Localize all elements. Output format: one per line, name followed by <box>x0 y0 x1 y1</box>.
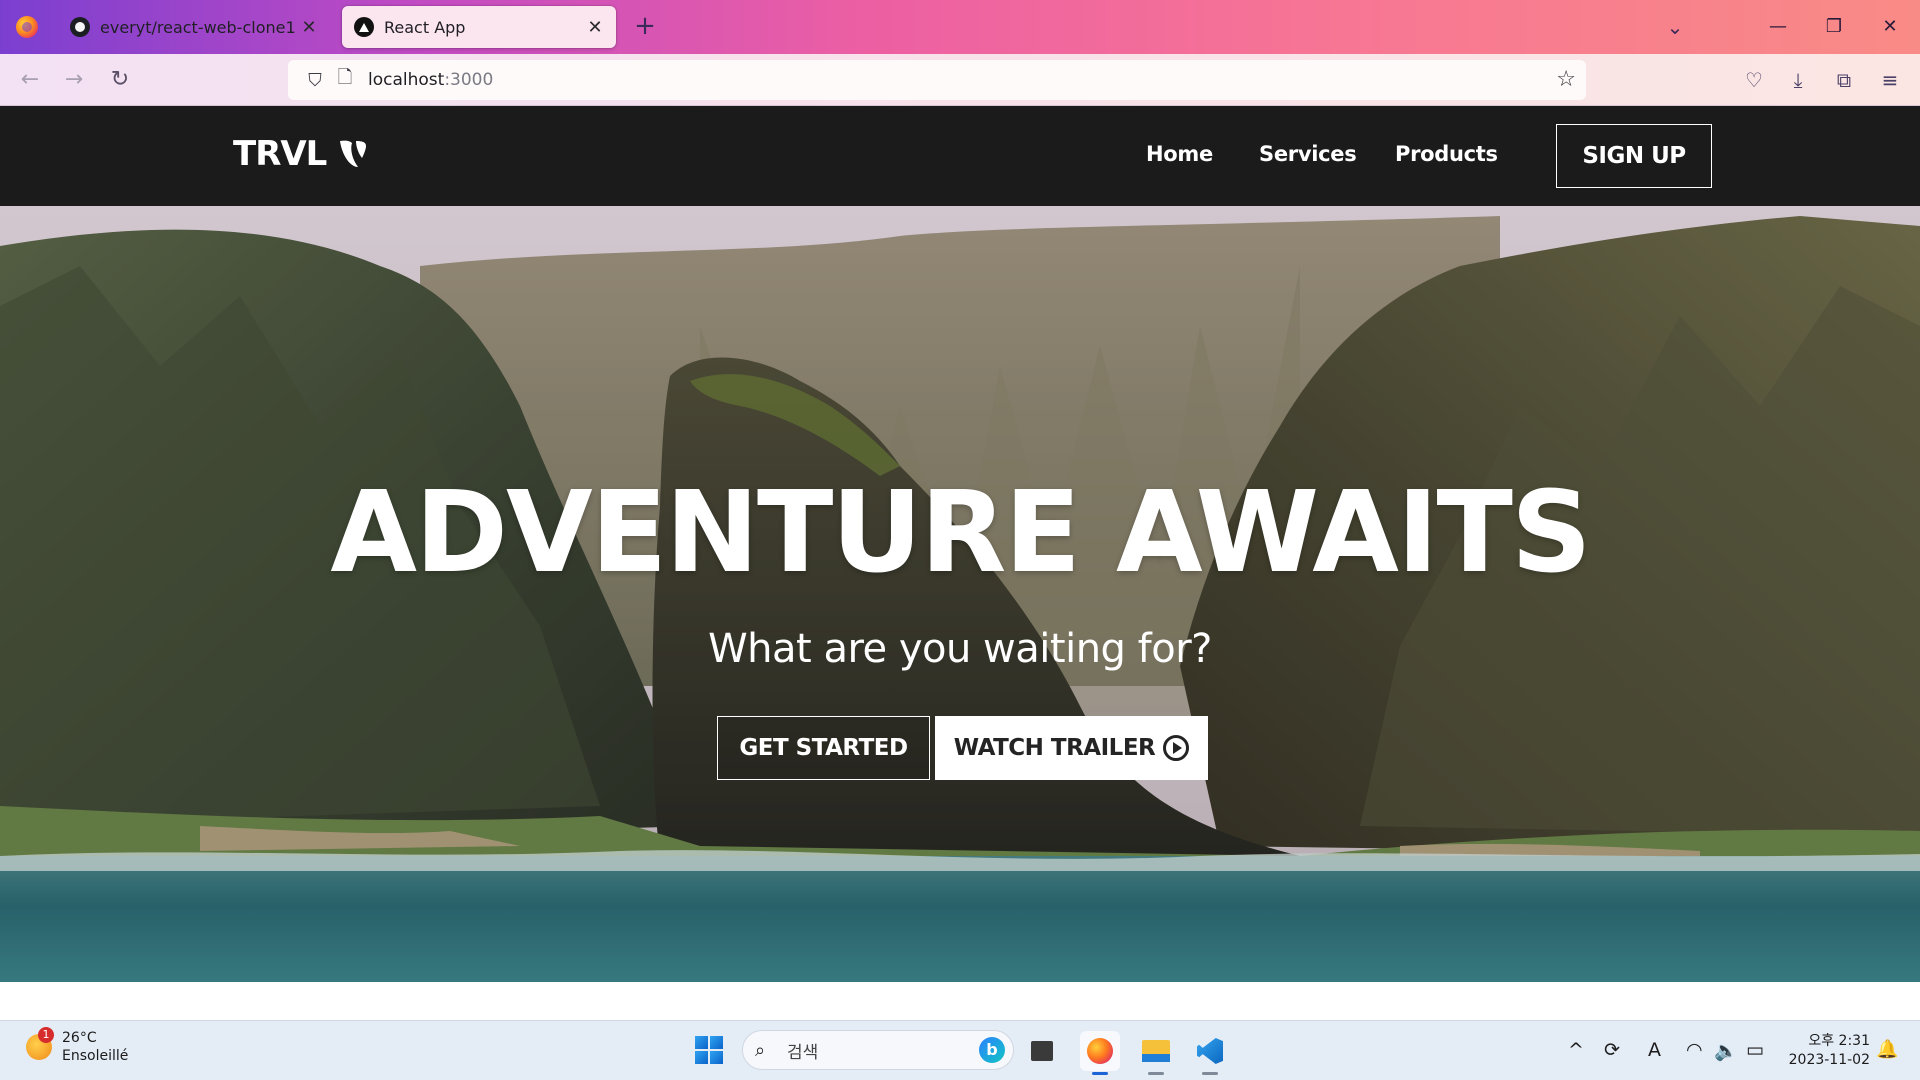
url-host: localhost <box>368 70 445 90</box>
weather-condition: Ensoleillé <box>62 1048 129 1064</box>
tab-github[interactable]: everyt/react-web-clone1 ✕ <box>58 6 330 48</box>
back-icon[interactable]: ← <box>14 64 46 96</box>
firefox-icon <box>1087 1038 1113 1064</box>
folder-icon <box>1142 1040 1170 1062</box>
window-close-icon[interactable]: ✕ <box>1872 10 1908 44</box>
taskbar-vscode[interactable] <box>1190 1031 1230 1075</box>
watch-trailer-button[interactable]: WATCH TRAILER <box>935 716 1208 780</box>
search-icon: ⌕ <box>755 1039 766 1061</box>
bing-icon[interactable]: b <box>979 1037 1005 1063</box>
hero-title: ADVENTURE AWAITS <box>330 468 1591 598</box>
sign-up-button[interactable]: SIGN UP <box>1556 124 1712 188</box>
volume-icon[interactable]: 🔈 <box>1714 1039 1738 1062</box>
taskbar-search[interactable]: ⌕ 검색 b <box>742 1030 1014 1070</box>
wifi-icon[interactable]: ◠ <box>1686 1039 1703 1061</box>
react-app-icon <box>354 17 374 37</box>
taskbar-firefox[interactable] <box>1080 1031 1120 1075</box>
page-info-icon[interactable]: 🗋 <box>330 65 360 95</box>
extensions-icon[interactable]: ⧉ <box>1828 64 1860 96</box>
sync-icon[interactable]: ⟳ <box>1604 1039 1620 1061</box>
clock-date: 2023-11-02 <box>1788 1052 1870 1068</box>
download-icon[interactable]: ⤓ <box>1782 64 1814 96</box>
show-hidden-icons-chevron-icon[interactable]: ^ <box>1568 1039 1584 1061</box>
tracking-shield-icon[interactable]: ⛉ <box>300 70 330 91</box>
windows-taskbar: 1 26°C Ensoleillé ⌕ 검색 b ^ ⟳ A ◠ 🔈 ▭ 오후 … <box>0 1020 1920 1080</box>
typo3-logo-icon <box>340 140 367 167</box>
sun-icon: 1 <box>26 1027 54 1060</box>
url-text[interactable]: localhost:3000 <box>368 70 493 90</box>
running-indicator <box>1148 1072 1164 1075</box>
url-port: :3000 <box>444 70 494 90</box>
address-bar[interactable]: ⛉ 🗋 localhost:3000 ☆ <box>288 60 1586 100</box>
notification-bell-icon[interactable]: 🔔 <box>1876 1039 1898 1060</box>
notification-badge: 1 <box>38 1027 54 1043</box>
nav-home[interactable]: Home <box>1146 142 1213 166</box>
watch-trailer-label: WATCH TRAILER <box>953 735 1156 761</box>
tab-close-icon[interactable]: ✕ <box>300 17 318 38</box>
hero-section: ADVENTURE AWAITS What are you waiting fo… <box>0 206 1920 982</box>
start-button-icon[interactable] <box>695 1036 723 1064</box>
system-clock[interactable]: 오후 2:31 2023-11-02 <box>1782 1032 1870 1070</box>
new-tab-button[interactable]: + <box>630 12 660 42</box>
nav-services[interactable]: Services <box>1259 142 1357 166</box>
weather-widget[interactable]: 1 26°C Ensoleillé <box>26 1027 129 1065</box>
hamburger-menu-icon[interactable]: ≡ <box>1874 64 1906 96</box>
pocket-icon[interactable]: ♡ <box>1738 64 1770 96</box>
minimize-icon[interactable]: — <box>1760 10 1796 44</box>
search-placeholder: 검색 <box>787 1042 819 1063</box>
battery-icon[interactable]: ▭ <box>1746 1039 1764 1061</box>
reload-icon[interactable]: ↻ <box>104 64 136 96</box>
restore-icon[interactable]: ❐ <box>1816 10 1852 44</box>
list-all-tabs-icon[interactable]: ⌄ <box>1660 12 1690 42</box>
nav-products[interactable]: Products <box>1395 142 1498 166</box>
weather-temperature: 26°C <box>62 1030 97 1046</box>
github-icon <box>70 17 90 37</box>
vscode-icon <box>1197 1038 1223 1064</box>
task-view-icon <box>1027 1037 1053 1061</box>
browser-tab-bar: everyt/react-web-clone1 ✕ React App ✕ + … <box>0 0 1920 54</box>
hero-subtitle: What are you waiting for? <box>708 626 1212 672</box>
tab-title: React App <box>384 17 466 37</box>
firefox-icon <box>16 16 38 38</box>
ime-icon[interactable]: A <box>1648 1039 1661 1061</box>
site-logo[interactable]: TRVL <box>233 134 370 174</box>
tab-close-icon[interactable]: ✕ <box>586 17 604 38</box>
forward-icon[interactable]: → <box>58 64 90 96</box>
bookmark-star-icon[interactable]: ☆ <box>1556 67 1576 92</box>
running-indicator <box>1202 1072 1218 1075</box>
tab-react-app[interactable]: React App ✕ <box>342 6 616 48</box>
taskbar-file-explorer[interactable] <box>1136 1031 1176 1075</box>
active-indicator <box>1092 1072 1108 1075</box>
tab-title: everyt/react-web-clone1 <box>100 17 296 37</box>
clock-time: 오후 2:31 <box>1808 1033 1870 1049</box>
task-view-button[interactable] <box>1022 1031 1062 1071</box>
firefox-view-button[interactable] <box>0 0 54 54</box>
browser-toolbar: ← → ↻ ⛉ 🗋 localhost:3000 ☆ ♡ ⤓ ⧉ ≡ <box>0 54 1920 106</box>
play-circle-icon <box>1163 735 1190 761</box>
site-navbar: TRVL Home Services Products SIGN UP <box>0 106 1920 206</box>
get-started-button[interactable]: GET STARTED <box>717 716 930 780</box>
logo-text: TRVL <box>233 134 327 174</box>
